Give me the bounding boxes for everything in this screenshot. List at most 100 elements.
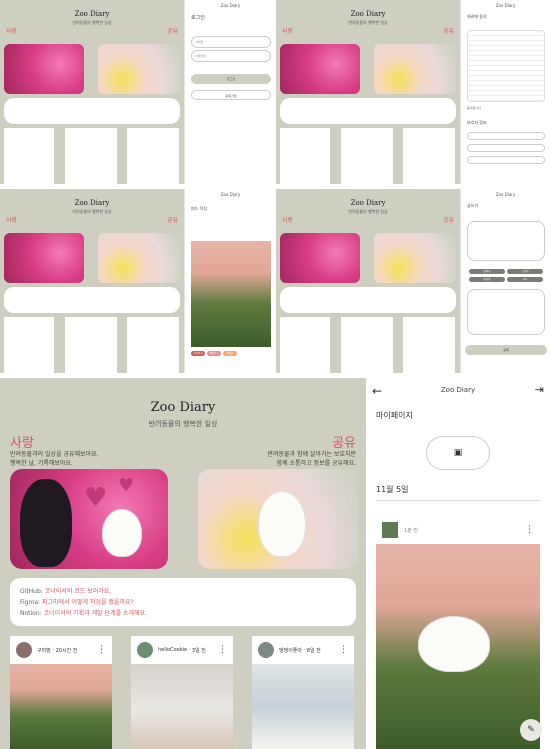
links-card: GitHub: 코너이서의 코드 보러가요. Figma: 피그마에서 어떻게 … (10, 578, 356, 626)
figma-link[interactable]: Figma: 피그마에서 어떻게 작업을 했을까요? (20, 597, 346, 608)
post-thumb[interactable] (403, 128, 455, 184)
avatar (16, 642, 32, 658)
login-button[interactable]: 로그인 (191, 74, 271, 84)
avatar (258, 642, 274, 658)
post-thumb[interactable] (4, 128, 54, 184)
post-thumb[interactable] (127, 128, 179, 184)
post-author: helloCookie (158, 647, 188, 653)
agree-checkbox[interactable]: 동의합니다 (467, 106, 481, 110)
date-heading: 11월 5일 (376, 485, 409, 494)
add-photo-icon: ▣ (453, 448, 463, 458)
post-thumb[interactable] (403, 317, 455, 373)
panel-title: Zoo Diary (220, 192, 241, 197)
tagline: 반려동물의 행복한 일상 (348, 209, 388, 214)
photo-upload[interactable] (467, 221, 545, 261)
write-panel: Zoo Diary 글쓰기 강아지 고양이 파충류 기타 등록 (460, 189, 550, 373)
love-title: 사랑 (6, 28, 18, 35)
category-chip[interactable]: 강아지 (469, 269, 505, 274)
puppy-shape (102, 509, 142, 557)
more-vertical-icon[interactable]: ⋮ (525, 525, 534, 535)
share-photo (98, 233, 180, 283)
links-card (4, 287, 180, 313)
password-field[interactable]: 비밀번호 (191, 50, 271, 62)
post-card[interactable]: 1분 전 ⋮ (376, 516, 540, 749)
notion-link[interactable]: Notion: 코너이서의 기획과 개발 단계를 소개해요. (20, 608, 346, 619)
tag[interactable]: #말티즈 (207, 351, 221, 356)
brand-title: Zoo Diary (74, 10, 110, 18)
tag[interactable]: #일상 (223, 351, 237, 356)
post-time: 1분 전 (404, 527, 418, 534)
puppy-shape (418, 616, 490, 672)
divider (376, 500, 540, 501)
guardian-field[interactable] (467, 132, 545, 140)
post-photo (191, 241, 271, 347)
brand-title: Zoo Diary (150, 400, 216, 415)
post-thumb[interactable] (65, 317, 117, 373)
more-vertical-icon[interactable]: ⋮ (218, 645, 227, 655)
category-chip[interactable]: 기타 (507, 277, 543, 282)
page-title: Zoo Diary (440, 386, 476, 394)
share-title: 공유 (166, 28, 178, 35)
post-photo (131, 664, 233, 749)
guardian-field[interactable] (467, 144, 545, 152)
post-time: 3일 전 (191, 647, 206, 654)
content-textarea[interactable] (467, 289, 545, 335)
share-title: 공유 (442, 217, 454, 224)
landing-thumb-3: Zoo Diary 반려동물의 행복한 일상 사랑 공유 (0, 189, 184, 373)
email-field[interactable]: 이메일 (191, 36, 271, 48)
signup-button[interactable]: 회원가입 (191, 90, 271, 100)
share-title: 공유 (166, 217, 178, 224)
brand-title: Zoo Diary (74, 199, 110, 207)
more-vertical-icon[interactable]: ⋮ (97, 645, 106, 655)
write-fab-icon[interactable]: ✎ (520, 719, 542, 741)
share-text: 반려동물과 함께 살아가는 보호자분 함께 소통하고 정보를 공유해요. (267, 450, 356, 468)
love-text: 반려동물과의 일상을 공유해보아요. 행복한 날, 기록해보아요. (10, 450, 99, 468)
share-text-line: 반려동물과 함께 살아가는 보호자분 (267, 451, 356, 458)
post-card[interactable]: helloCookie · 3일 전 ⋮ (131, 636, 233, 749)
logout-icon[interactable]: ⇥ (535, 383, 544, 396)
landing-thumb-1: Zoo Diary 반려동물의 행복한 일상 사랑 공유 (0, 0, 184, 184)
love-photo (4, 233, 84, 283)
post-heading: 피드 작성 (191, 206, 207, 211)
submit-button[interactable]: 등록 (465, 345, 547, 355)
puppy-shape (258, 491, 306, 557)
login-heading: 로그인 (191, 15, 205, 21)
post-author: 구미맘 (37, 647, 51, 654)
love-text-line: 행복한 날, 기록해보아요. (10, 460, 73, 467)
post-thumb[interactable] (341, 128, 393, 184)
post-thumb[interactable] (65, 128, 117, 184)
post-thumb[interactable] (280, 317, 330, 373)
post-card[interactable]: 구미맘 · 20시간 전 ⋮ (10, 636, 112, 749)
terms-box (467, 30, 545, 102)
avatar (193, 229, 200, 236)
post-author: 댕댕이좋아 (279, 647, 303, 654)
share-photo (198, 469, 358, 569)
link-label: GitHub: (20, 588, 43, 595)
love-photo (280, 233, 360, 283)
tag[interactable]: #강아지 (191, 351, 205, 356)
post-header: 구미맘 · 20시간 전 ⋮ (10, 636, 112, 664)
post-thumb[interactable] (127, 317, 179, 373)
category-chip[interactable]: 고양이 (507, 269, 543, 274)
add-photo-button[interactable]: ▣ (426, 436, 490, 470)
github-link[interactable]: GitHub: 코너이서의 코드 보러가요. (20, 586, 346, 597)
more-vertical-icon[interactable]: ⋮ (339, 645, 348, 655)
write-heading: 글쓰기 (467, 203, 479, 208)
heart-shape: ♥ (84, 483, 108, 513)
mypage-heading: 마이페이지 (376, 411, 413, 420)
guardian-heading: 보호자 정보 (467, 120, 487, 125)
share-text-line: 함께 소통하고 정보를 공유해요. (276, 460, 356, 467)
link-value: 피그마에서 어떻게 작업을 했을까요? (41, 599, 134, 606)
post-time: 8일 전 (306, 647, 321, 654)
guardian-field[interactable] (467, 156, 545, 164)
category-chip[interactable]: 파충류 (469, 277, 505, 282)
post-thumb[interactable] (280, 128, 330, 184)
post-thumb[interactable] (341, 317, 393, 373)
love-photo (280, 44, 360, 94)
post-card[interactable]: 댕댕이좋아 · 8일 전 ⋮ (252, 636, 354, 749)
post-header: 1분 전 ⋮ (376, 516, 540, 544)
post-thumb[interactable] (4, 317, 54, 373)
love-title: 사랑 (6, 217, 18, 224)
share-photo (374, 44, 456, 94)
love-photo (4, 44, 84, 94)
